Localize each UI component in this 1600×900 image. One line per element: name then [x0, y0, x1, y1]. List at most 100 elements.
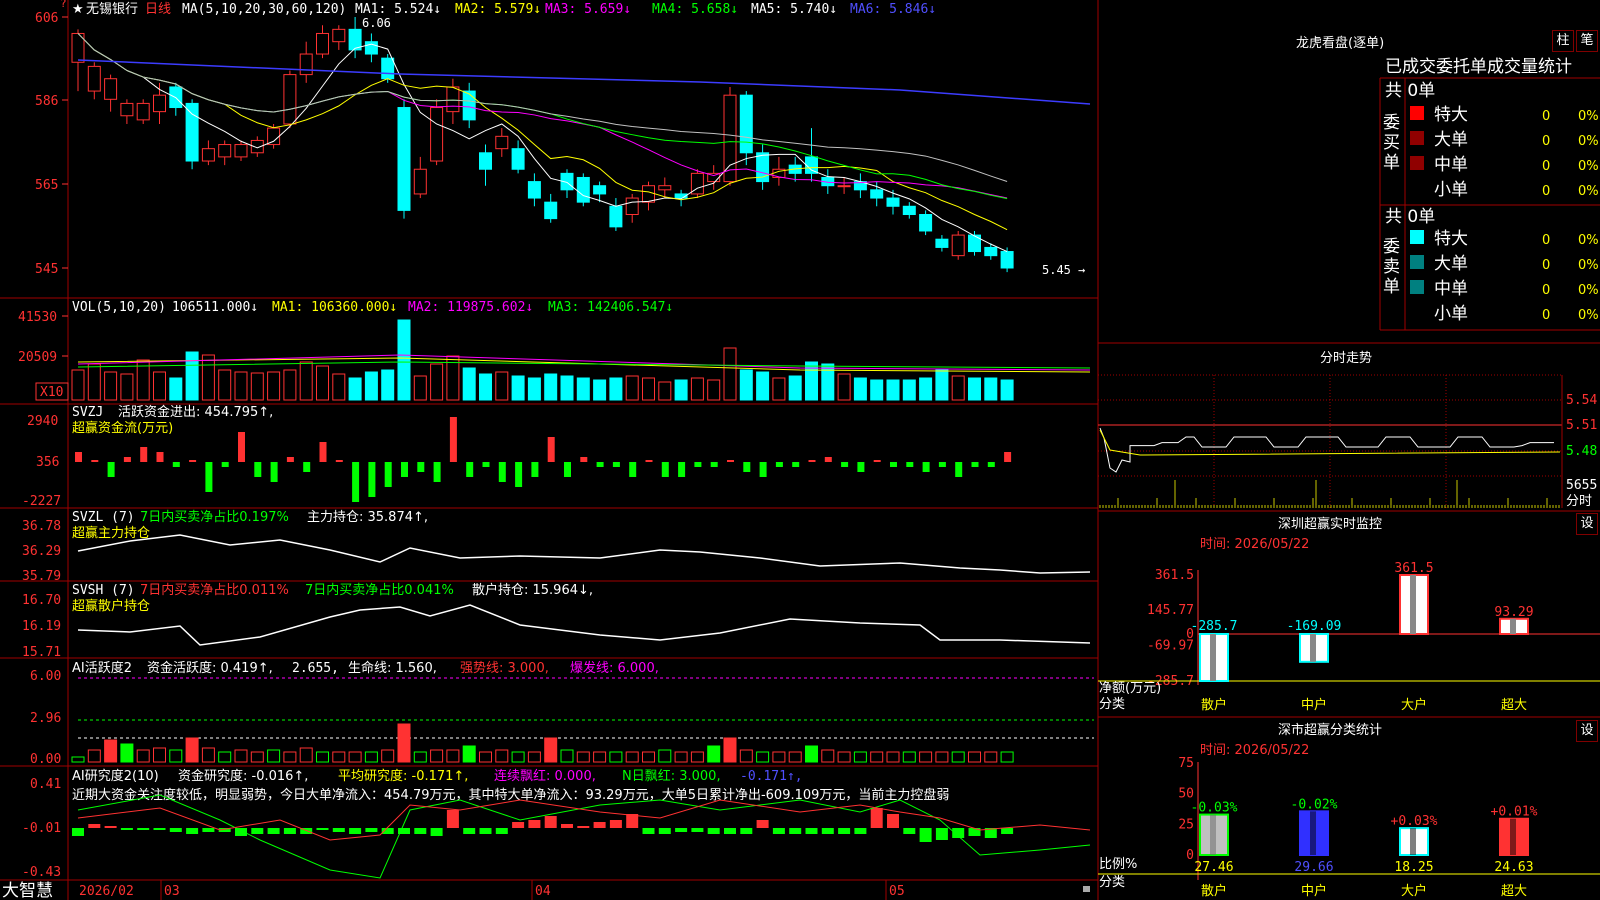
candle[interactable] — [267, 127, 281, 146]
fund-flow-bar — [417, 462, 425, 472]
sell-total: 共 0单 — [1385, 207, 1435, 227]
candle[interactable] — [919, 214, 933, 232]
candle[interactable] — [201, 148, 215, 162]
month-label: 04 — [535, 884, 551, 899]
period-label[interactable]: 日线 — [145, 2, 171, 17]
legend-swatch — [1410, 230, 1424, 244]
candle[interactable] — [723, 94, 737, 183]
activity-bar — [821, 749, 835, 763]
candle[interactable] — [511, 148, 525, 170]
candle[interactable] — [1000, 251, 1014, 269]
research-bar — [740, 828, 753, 834]
candle[interactable] — [576, 176, 590, 203]
svsh-axis-label: 15.71 — [22, 645, 61, 660]
volume-bar — [951, 375, 965, 401]
ai1-label: AI活跃度2 — [72, 660, 132, 676]
activity-bar — [381, 749, 395, 763]
vertical-label-char: 单 — [1383, 153, 1400, 173]
candle[interactable] — [430, 107, 444, 162]
candle[interactable] — [658, 185, 672, 191]
candle[interactable] — [902, 205, 916, 216]
research-bar — [186, 828, 199, 834]
candle[interactable] — [218, 144, 232, 158]
volume-bar — [544, 373, 558, 401]
candle[interactable] — [153, 94, 166, 113]
volume-bar — [870, 379, 884, 401]
activity-bar — [756, 751, 770, 763]
candle[interactable] — [870, 189, 884, 199]
ai2-axis-label: -0.01 — [22, 821, 61, 836]
chart-canvas[interactable]: ★ 无锡银行 日线 MA(5,10,20,30,60,120) MA1: 5.5… — [0, 0, 1600, 900]
candle[interactable] — [805, 156, 818, 174]
activity-bar — [413, 751, 427, 763]
candle[interactable] — [136, 102, 150, 121]
fund-flow-bar — [694, 462, 702, 467]
candle[interactable] — [364, 41, 378, 55]
column-button[interactable]: 柱 — [1552, 30, 1574, 52]
fund-flow-bar — [189, 460, 197, 462]
candle[interactable] — [642, 185, 655, 203]
candle[interactable] — [609, 205, 623, 228]
candle[interactable] — [87, 65, 101, 92]
candle[interactable] — [316, 32, 329, 55]
candle[interactable] — [299, 53, 313, 76]
activity-bar — [544, 737, 558, 763]
activity-bar — [576, 751, 590, 763]
activity-bar — [397, 723, 411, 763]
candle[interactable] — [381, 57, 395, 80]
order-count: 0 — [1542, 258, 1550, 273]
candle[interactable] — [446, 86, 460, 113]
candle[interactable] — [544, 201, 558, 220]
candle[interactable] — [413, 168, 427, 195]
vol-ma3: MA3: 142406.547↓ — [548, 300, 673, 315]
ai2-label: AI研究度2(10) — [72, 768, 159, 784]
svzl-axis-label: 35.79 — [22, 569, 61, 584]
stock-name[interactable]: 无锡银行 — [86, 2, 138, 17]
candle[interactable] — [739, 94, 753, 154]
svzl-sub: 超赢主力持仓 — [72, 525, 150, 541]
candle[interactable] — [120, 102, 134, 117]
candle[interactable] — [397, 107, 411, 211]
activity-bar — [120, 743, 134, 763]
candle[interactable] — [234, 144, 248, 158]
candle[interactable] — [837, 185, 851, 188]
volume-bar — [935, 369, 949, 401]
classify-category-label: 散户 — [1201, 883, 1227, 899]
candle[interactable] — [283, 74, 297, 125]
svzl-axis-label: 36.29 — [22, 544, 61, 559]
ai2-axis-label: 0.41 — [30, 777, 61, 792]
candle[interactable] — [479, 152, 492, 170]
ratio-change: -0.02% — [1291, 797, 1338, 812]
candle[interactable] — [951, 234, 965, 257]
candle[interactable] — [984, 246, 998, 257]
order-size-label: 特大 — [1434, 229, 1468, 249]
research-bar — [544, 816, 557, 828]
candle[interactable] — [886, 197, 900, 207]
monitor-category-label: 大户 — [1401, 697, 1427, 713]
candle[interactable] — [462, 90, 476, 121]
lock-icon[interactable] — [1083, 886, 1090, 892]
candle[interactable] — [935, 238, 949, 248]
volume-bar — [479, 373, 492, 401]
candle[interactable] — [527, 181, 541, 199]
vertical-label-char: 委 — [1383, 113, 1400, 133]
candle[interactable] — [495, 135, 509, 150]
classify-settings-button[interactable]: 设 — [1576, 720, 1598, 742]
tick-button[interactable]: 笔 — [1576, 30, 1598, 52]
candle[interactable] — [593, 185, 607, 195]
volume-bar — [299, 361, 313, 401]
candle[interactable] — [332, 28, 346, 43]
volume-bar — [381, 369, 395, 401]
candle[interactable] — [625, 197, 639, 216]
fund-flow-bar — [286, 457, 294, 462]
candle[interactable] — [104, 78, 118, 100]
candle[interactable] — [185, 102, 199, 162]
fund-flow-bar — [678, 462, 686, 477]
question-icon[interactable]: ? — [60, 0, 67, 10]
price-axis-label: 565 — [35, 178, 58, 193]
ratio-value: 29.66 — [1294, 860, 1333, 875]
monitor-settings-button[interactable]: 设 — [1576, 513, 1598, 535]
volume-bar — [495, 371, 509, 401]
vertical-label-char: 委 — [1383, 237, 1400, 257]
activity-bar — [495, 749, 509, 763]
